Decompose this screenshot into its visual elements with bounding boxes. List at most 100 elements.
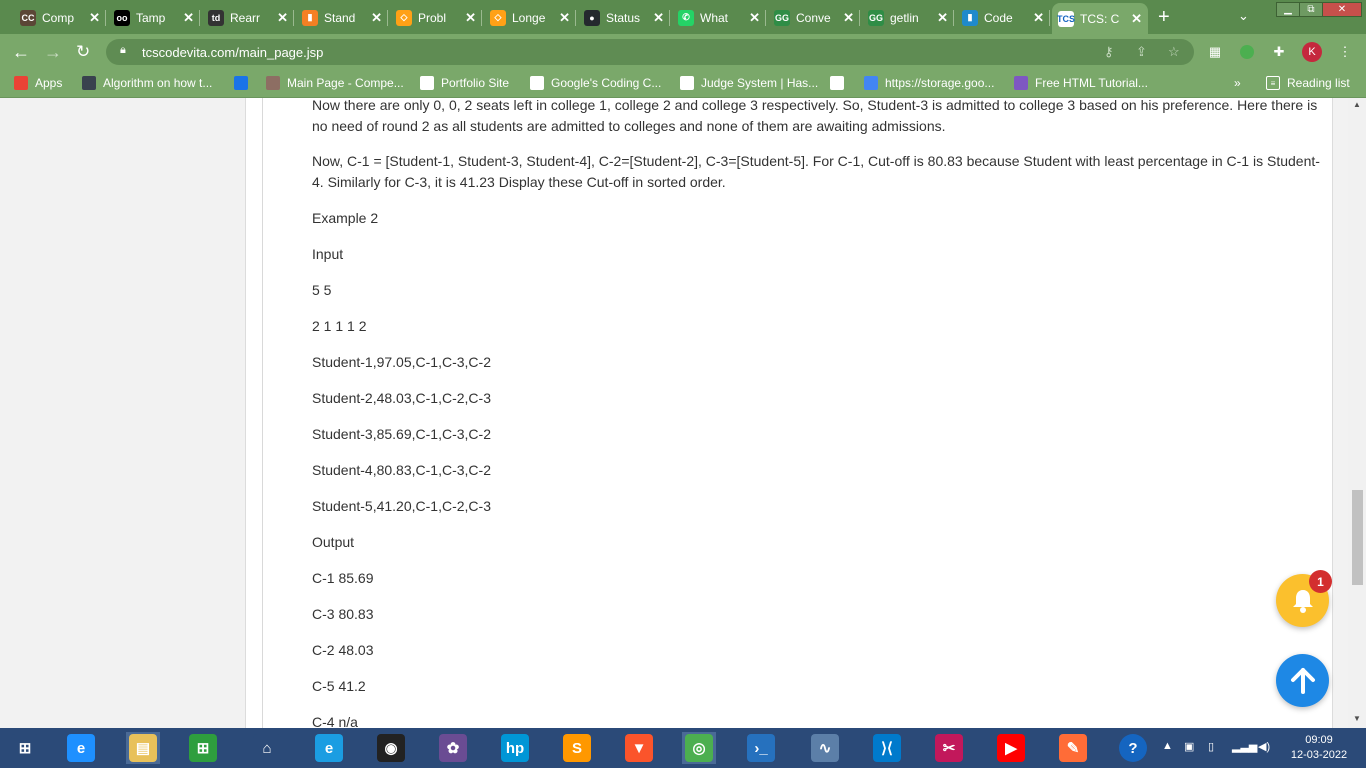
tab-close-icon[interactable]: ✕: [653, 10, 664, 26]
tab-close-icon[interactable]: ✕: [465, 10, 476, 26]
browser-tab[interactable]: ● Status ✕: [578, 5, 670, 30]
reload-icon[interactable]: ↻: [76, 42, 90, 62]
taskbar-app[interactable]: ›_: [744, 732, 778, 764]
browser-tab[interactable]: GG Conve ✕: [768, 5, 860, 30]
volume-icon[interactable]: ◀︎): [1258, 740, 1270, 753]
browser-tab[interactable]: td Rearr ✕: [202, 5, 294, 30]
taskbar-app[interactable]: ⊞: [8, 732, 42, 764]
taskbar-app[interactable]: ∿: [808, 732, 842, 764]
browser-tab[interactable]: CC Comp ✕: [14, 5, 106, 30]
tab-close-icon[interactable]: ✕: [749, 10, 760, 26]
browser-tab[interactable]: oo Tamp ✕: [108, 5, 200, 30]
extension-icon[interactable]: ▦: [1206, 43, 1224, 61]
taskbar-app[interactable]: e: [64, 732, 98, 764]
extension-green-icon[interactable]: [1238, 43, 1256, 61]
taskbar-app[interactable]: ⌂: [250, 732, 284, 764]
bookmark-item[interactable]: [830, 76, 851, 90]
browser-tab[interactable]: ▮ Stand ✕: [296, 5, 388, 30]
tab-close-icon[interactable]: ✕: [183, 10, 194, 26]
bookmark-item[interactable]: Google's Coding C...: [530, 76, 661, 90]
taskbar-app[interactable]: ✎: [1056, 732, 1090, 764]
tab-title: Longe: [512, 10, 546, 25]
page-scrollbar[interactable]: ▲ ▼: [1348, 98, 1366, 728]
tab-separator: [387, 10, 388, 26]
taskbar-app[interactable]: ◉: [374, 732, 408, 764]
reading-list-button[interactable]: ≡ Reading list: [1266, 76, 1350, 90]
stackoverflow-icon: ▮: [302, 9, 318, 26]
tab-search-icon[interactable]: ⌄: [1238, 8, 1249, 24]
wifi-signal-icon[interactable]: ▂▃▅: [1232, 740, 1257, 753]
battery-icon[interactable]: ▯: [1208, 740, 1214, 753]
file-explorer-icon: ▤: [129, 734, 157, 762]
profile-avatar[interactable]: K: [1302, 42, 1322, 62]
taskbar-app[interactable]: S: [560, 732, 594, 764]
bookmark-item[interactable]: Main Page - Compe...: [266, 76, 404, 90]
minimize-button[interactable]: ▁: [1276, 2, 1300, 17]
menu-kebab-icon[interactable]: ⋮: [1336, 43, 1354, 61]
browser-tab[interactable]: ◇ Longe ✕: [484, 5, 576, 30]
tab-close-icon[interactable]: ✕: [843, 10, 854, 26]
tab-separator: [199, 10, 200, 26]
new-tab-button[interactable]: +: [1158, 6, 1170, 29]
tab-title: Probl: [418, 10, 447, 25]
bookmark-label: https://storage.goo...: [885, 76, 995, 90]
taskbar-app[interactable]: ◎: [682, 732, 716, 764]
tab-separator: [105, 10, 106, 26]
brave-icon: ▼: [625, 734, 653, 762]
internet-explorer-icon: e: [67, 734, 95, 762]
taskbar-app[interactable]: ⊞: [186, 732, 220, 764]
browser-tab[interactable]: ◇ Probl ✕: [390, 5, 482, 30]
key-icon[interactable]: ⚷: [1104, 44, 1114, 60]
taskbar-app[interactable]: e: [312, 732, 346, 764]
hackerrank-icon: [82, 76, 96, 90]
extensions-puzzle-icon[interactable]: ✚: [1270, 43, 1288, 61]
network-warning-icon[interactable]: ▣: [1184, 740, 1194, 753]
restore-button[interactable]: ⧉: [1299, 2, 1323, 17]
url-text[interactable]: tcscodevita.com/main_page.jsp: [142, 45, 323, 60]
scroll-down-arrow-icon[interactable]: ▼: [1353, 714, 1361, 723]
system-clock[interactable]: 09:09 12-03-2022: [1284, 733, 1354, 763]
taskbar-app[interactable]: ▶: [994, 732, 1028, 764]
store-icon: ⊞: [189, 734, 217, 762]
bookmark-star-icon[interactable]: ☆: [1168, 44, 1180, 60]
taskbar-app[interactable]: hp: [498, 732, 532, 764]
bookmark-item[interactable]: Judge System | Has...: [680, 76, 818, 90]
bookmark-item[interactable]: Algorithm on how t...: [82, 76, 212, 90]
tab-close-icon[interactable]: ✕: [937, 10, 948, 26]
scrollbar-thumb[interactable]: [1352, 490, 1363, 585]
bookmark-item[interactable]: [234, 76, 255, 90]
taskbar-app[interactable]: ⟩⟨: [870, 732, 904, 764]
tab-close-icon[interactable]: ✕: [277, 10, 288, 26]
youtube-icon: ▶: [997, 734, 1025, 762]
tab-close-icon[interactable]: ✕: [1131, 11, 1142, 27]
scroll-up-arrow-icon[interactable]: ▲: [1353, 100, 1361, 109]
tab-close-icon[interactable]: ✕: [1033, 10, 1044, 26]
problem-text-line: C-4 n/a: [312, 714, 358, 728]
clock-date: 12-03-2022: [1290, 749, 1348, 761]
browser-tab[interactable]: GG getlin ✕: [862, 5, 954, 30]
close-window-button[interactable]: ✕: [1322, 2, 1362, 17]
address-bar[interactable]: 🔒︎ tcscodevita.com/main_page.jsp ⚷ ⇪ ☆: [106, 39, 1194, 65]
scroll-to-top-button[interactable]: [1276, 654, 1329, 707]
browser-tab[interactable]: ▮ Code ✕: [956, 5, 1050, 30]
tab-close-icon[interactable]: ✕: [89, 10, 100, 26]
taskbar-app[interactable]: ▤: [126, 732, 160, 764]
bookmark-item[interactable]: https://storage.goo...: [864, 76, 994, 90]
share-icon[interactable]: ⇪: [1136, 44, 1147, 60]
bookmark-item[interactable]: Free HTML Tutorial...: [1014, 76, 1148, 90]
bookmark-item[interactable]: Apps: [14, 76, 62, 90]
taskbar-app[interactable]: ✂: [932, 732, 966, 764]
taskbar-app[interactable]: ✿: [436, 732, 470, 764]
taskbar-app[interactable]: ▼: [622, 732, 656, 764]
more-bookmarks-button[interactable]: »: [1234, 76, 1241, 90]
bookmark-item[interactable]: Portfolio Site: [420, 76, 509, 90]
tab-close-icon[interactable]: ✕: [371, 10, 382, 26]
browser-tab[interactable]: ✆ What ✕: [672, 5, 766, 30]
forward-icon[interactable]: →: [44, 42, 62, 63]
tab-close-icon[interactable]: ✕: [559, 10, 570, 26]
back-icon[interactable]: ←: [12, 42, 30, 63]
taskbar-app[interactable]: ?: [1116, 732, 1150, 764]
browser-tab[interactable]: TCS TCS: C ✕: [1052, 3, 1148, 34]
codevita-icon: [266, 76, 280, 90]
tray-overflow-icon[interactable]: ▲: [1162, 740, 1173, 752]
